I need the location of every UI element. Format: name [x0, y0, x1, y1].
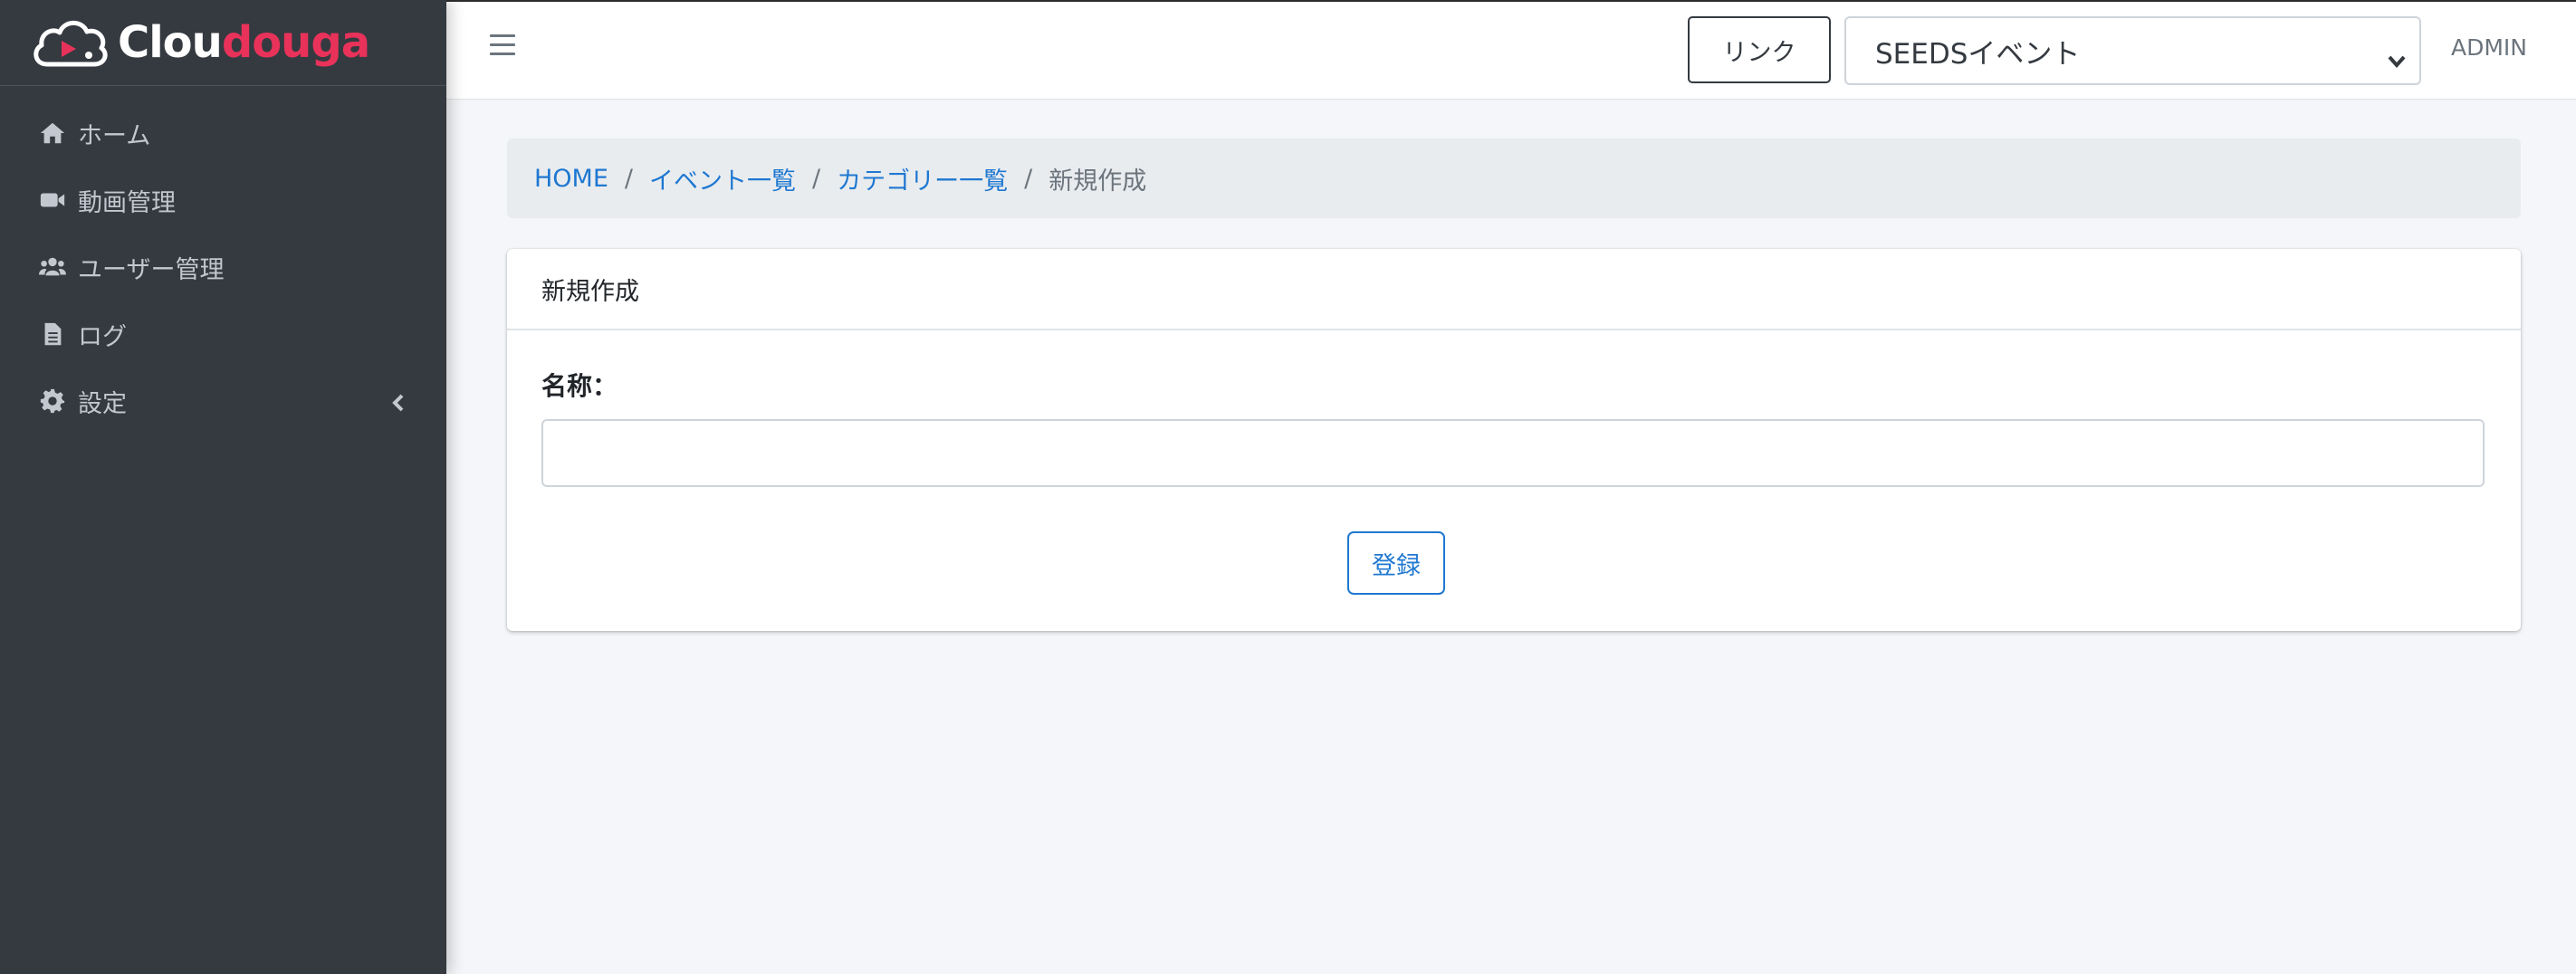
sidebar-item-label: ユーザー管理: [78, 255, 225, 284]
breadcrumb-separator: /: [1024, 164, 1033, 193]
brand-name: Cloudouga: [118, 17, 370, 68]
cloud-play-icon: [34, 20, 108, 67]
breadcrumb: HOME / イベント一覧 / カテゴリー一覧 / 新規作成: [507, 138, 2521, 218]
file-icon: [38, 320, 67, 349]
name-input[interactable]: [541, 419, 2485, 487]
sidebar: Cloudouga ホーム 動画管理 ユーザー管理 ログ 設定: [0, 0, 446, 974]
sidebar-nav: ホーム 動画管理 ユーザー管理 ログ 設定: [0, 86, 446, 434]
breadcrumb-category-list[interactable]: カテゴリー一覧: [837, 161, 1008, 196]
sidebar-item-label: ログ: [78, 322, 127, 351]
home-icon: [38, 119, 67, 148]
chevron-left-icon[interactable]: [390, 391, 407, 419]
breadcrumb-home[interactable]: HOME: [534, 165, 608, 193]
event-select-value: SEEDSイベント: [1875, 37, 2081, 71]
user-menu[interactable]: ADMIN: [2451, 34, 2527, 61]
users-icon: [38, 253, 67, 282]
register-button[interactable]: 登録: [1347, 531, 1445, 595]
event-select[interactable]: SEEDSイベント: [1844, 16, 2421, 85]
link-button[interactable]: リンク: [1688, 16, 1831, 83]
card-title: 新規作成: [507, 249, 2521, 330]
name-label: 名称：: [541, 371, 618, 401]
sidebar-item-label: 設定: [78, 389, 127, 418]
top-navbar: リンク SEEDSイベント ADMIN: [446, 0, 2576, 100]
breadcrumb-separator: /: [624, 164, 634, 193]
breadcrumb-current: 新規作成: [1049, 167, 1147, 196]
sidebar-item-settings[interactable]: 設定: [0, 368, 446, 434]
sidebar-item-label: ホーム: [78, 121, 151, 150]
gear-icon: [38, 387, 67, 415]
menu-toggle-icon[interactable]: [490, 34, 515, 60]
video-camera-icon: [38, 186, 67, 215]
create-form-card: 新規作成 名称： 登録: [507, 249, 2521, 631]
breadcrumb-event-list[interactable]: イベント一覧: [649, 161, 796, 196]
brand-logo[interactable]: Cloudouga: [0, 0, 446, 86]
chevron-down-icon: [2387, 43, 2407, 76]
sidebar-item-label: 動画管理: [78, 188, 176, 217]
breadcrumb-separator: /: [812, 164, 821, 193]
sidebar-item-log[interactable]: ログ: [0, 301, 446, 368]
sidebar-item-user-management[interactable]: ユーザー管理: [0, 234, 446, 301]
sidebar-item-video-management[interactable]: 動画管理: [0, 167, 446, 234]
sidebar-item-home[interactable]: ホーム: [0, 100, 446, 167]
